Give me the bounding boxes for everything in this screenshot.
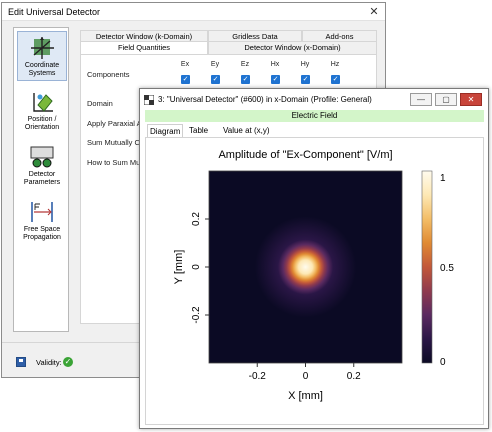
- view-tabs: Diagram Table Value at (x,y): [145, 124, 484, 137]
- position-orientation-icon: [33, 93, 53, 112]
- x-tick-label: 0.2: [347, 371, 361, 382]
- diagram-panel: Amplitude of "Ex-Component" [V/m] -0.2 0 0.…: [145, 137, 484, 425]
- y-axis-label: Y [mm]: [173, 250, 185, 285]
- component-header: Hx: [270, 61, 280, 68]
- tab-diagram[interactable]: Diagram: [147, 124, 184, 137]
- beam-spot: [254, 216, 357, 318]
- ez-checkbox[interactable]: ✓: [241, 75, 250, 84]
- dialog-title: Edit Universal Detector: [8, 7, 101, 17]
- chart-title: Amplitude of "Ex-Component" [V/m]: [218, 149, 392, 161]
- grid-icon: [144, 95, 154, 105]
- save-icon[interactable]: [16, 357, 26, 367]
- sidebar-item-label: Parameters: [23, 179, 61, 186]
- colorbar-tick-label: 1: [440, 173, 446, 184]
- y-tick-label: 0: [191, 264, 202, 270]
- close-icon[interactable]: ✕: [460, 93, 482, 106]
- component-header: Ez: [240, 61, 250, 68]
- x-tick-label: -0.2: [249, 371, 267, 382]
- check-icon: ✓: [63, 357, 73, 367]
- window-title-bar[interactable]: 3: "Universal Detector" (#600) in x-Doma…: [140, 89, 488, 110]
- ex-checkbox[interactable]: ✓: [181, 75, 190, 84]
- coordinate-systems-icon: [31, 37, 54, 59]
- paraxial-label: Apply Paraxial Ap: [87, 119, 146, 128]
- sidebar-item-position-orientation[interactable]: Position / Orientation: [17, 86, 67, 136]
- maximize-icon[interactable]: ▢: [435, 93, 457, 106]
- close-icon[interactable]: ✕: [367, 5, 381, 19]
- how-to-sum-label: How to Sum Mutu: [87, 158, 147, 167]
- y-tick-label: -0.2: [191, 306, 202, 324]
- sidebar-item-detector-parameters[interactable]: Detector Parameters: [17, 141, 67, 191]
- colorbar: [421, 170, 433, 364]
- x-tick-label: 0: [303, 371, 309, 382]
- sidebar-item-label: Coordinate: [24, 62, 60, 69]
- hx-checkbox[interactable]: ✓: [271, 75, 280, 84]
- sidebar-item-label: Orientation: [24, 124, 60, 131]
- colorbar-tick-label: 0: [440, 357, 446, 368]
- component-header: Ey: [210, 61, 220, 68]
- components-label: Components: [87, 70, 130, 79]
- tab-table[interactable]: Table: [187, 124, 210, 137]
- hy-checkbox[interactable]: ✓: [301, 75, 310, 84]
- sidebar-item-label: Systems: [28, 70, 56, 77]
- component-header: Hz: [330, 61, 340, 68]
- window-title: 3: "Universal Detector" (#600) in x-Doma…: [158, 95, 372, 104]
- detector-result-window: 3: "Universal Detector" (#600) in x-Doma…: [139, 88, 489, 429]
- amplitude-heatmap-chart[interactable]: Amplitude of "Ex-Component" [V/m] -0.2 0 0.…: [146, 138, 483, 424]
- tab-field-quantities[interactable]: Field Quantities: [80, 41, 208, 54]
- colorbar-tick-label: 0.5: [440, 263, 454, 274]
- validity-label: Validity:: [36, 358, 62, 367]
- sidebar-item-label: Position /: [27, 116, 57, 123]
- minimize-icon[interactable]: —: [410, 93, 432, 106]
- hz-checkbox[interactable]: ✓: [331, 75, 340, 84]
- sum-mutually-coherent-label: Sum Mutually Col: [87, 138, 146, 147]
- free-space-propagation-icon: [31, 202, 53, 222]
- sidebar: Coordinate Systems Position / Orientatio…: [13, 27, 69, 332]
- component-header: Ex: [180, 61, 190, 68]
- tab-detector-window-x[interactable]: Detector Window (x-Domain): [208, 41, 377, 54]
- tab-row-bottom: Field Quantities Detector Window (x-Doma…: [80, 41, 377, 54]
- domain-label: Domain: [87, 99, 113, 108]
- tab-value-at-xy[interactable]: Value at (x,y): [221, 124, 272, 137]
- sidebar-item-label: Free Space: [23, 226, 61, 233]
- x-axis-label: X [mm]: [288, 390, 323, 402]
- y-tick-label: 0.2: [191, 212, 202, 226]
- ey-checkbox[interactable]: ✓: [211, 75, 220, 84]
- sidebar-item-label: Propagation: [23, 234, 61, 241]
- detector-parameters-icon: [30, 146, 54, 168]
- sidebar-item-free-space-propagation[interactable]: Free Space Propagation: [17, 196, 67, 246]
- dialog-title-bar: Edit Universal Detector ✕: [2, 3, 385, 21]
- sidebar-item-coordinate-systems[interactable]: Coordinate Systems: [17, 31, 67, 81]
- sidebar-item-label: Detector: [28, 171, 56, 178]
- component-header: Hy: [300, 61, 310, 68]
- electric-field-banner: Electric Field: [145, 110, 484, 122]
